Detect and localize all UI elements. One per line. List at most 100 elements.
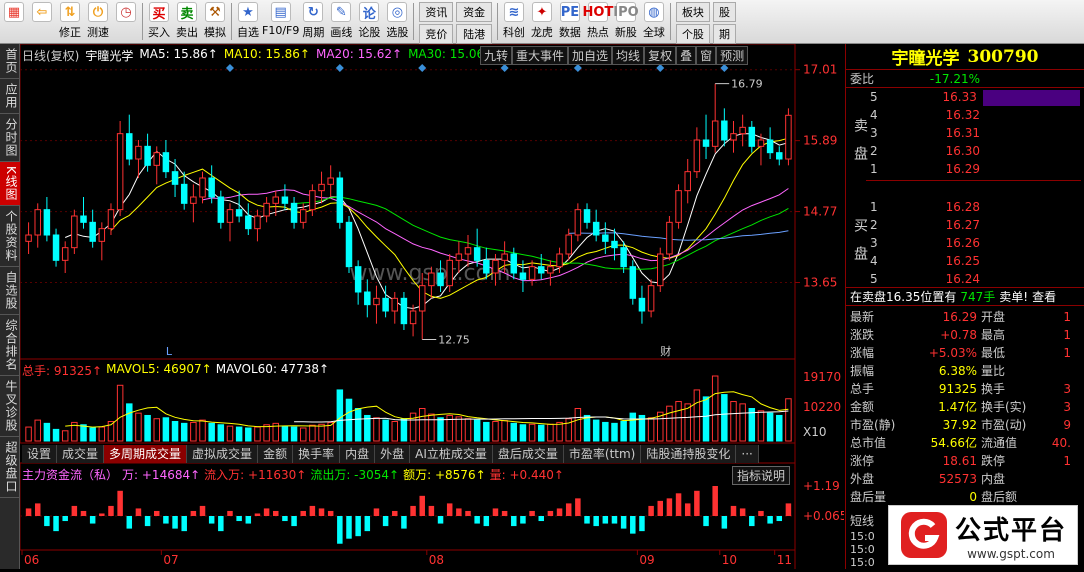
toolbar.buttons_left-button-2[interactable]: ⇅ 修正 — [56, 0, 84, 43]
flow-bar — [547, 510, 554, 516]
stat-value: +5.03% — [928, 346, 977, 360]
toolbar.buttons_left-button-0[interactable]: ▦ — [0, 0, 28, 43]
candle-body — [336, 177, 344, 223]
indicator-help-button[interactable]: 指标说明 — [732, 466, 791, 485]
indicator-tab-4[interactable]: 金额 — [258, 445, 294, 463]
toolbar.buttons_right-button-4[interactable]: IPO 新股 — [612, 0, 640, 43]
toolbar.buttons_left-label: 论股 — [358, 26, 381, 39]
left-tab-4[interactable]: 个股资料 — [0, 206, 20, 267]
toolbar.buttons_right-label: 新股 — [614, 26, 637, 39]
toolbar.buttons_left-button-1[interactable]: ⇦ — [28, 0, 56, 43]
volume-bar — [501, 420, 508, 442]
grid-button-2[interactable]: 竞价 — [419, 24, 454, 44]
indicator-tab-8[interactable]: AI立桩成交量 — [410, 445, 493, 463]
chart-tab-7[interactable]: 预测 — [716, 46, 749, 65]
indicator-tab-2[interactable]: 多周期成交量 — [104, 445, 188, 463]
flow-bar — [410, 505, 416, 516]
toolbar.buttons_right-button-0[interactable]: ≋ 科创 — [500, 0, 528, 43]
indicator-tab-1[interactable]: 成交量 — [57, 445, 105, 463]
flow-bar — [208, 516, 215, 524]
toolbar.buttons_right-button-1[interactable]: ✦ 龙虎 — [528, 0, 556, 43]
flow-bar — [373, 508, 380, 516]
indicator-tab-11[interactable]: 陆股通持股变化 — [641, 445, 737, 463]
flow-bar — [53, 516, 59, 532]
indicator-tab-5[interactable]: 换手率 — [293, 445, 341, 463]
grid-button-3[interactable]: 陆港 — [456, 24, 492, 44]
toolbar.buttons_left-button-5[interactable]: 买买入 — [145, 0, 173, 43]
flow-bar — [236, 516, 242, 522]
asks-row-0: 5 16.33 — [870, 90, 1080, 108]
quote-stock-name: 宇瞳光学 — [891, 49, 960, 69]
far-right-button-0[interactable]: 板块 — [675, 2, 710, 22]
flow-bar — [684, 503, 691, 516]
toolbar.buttons_right-button-3[interactable]: HOT 热点 — [583, 0, 613, 43]
notice-link[interactable]: 查看 — [1032, 288, 1056, 305]
toolbar.buttons_right-button-2[interactable]: PE 数据 — [556, 0, 584, 43]
order-volume-bar — [982, 90, 1080, 106]
left-tab-3[interactable]: K线图 — [0, 162, 20, 206]
toolbar-separator — [413, 3, 415, 40]
left-tab-1[interactable]: 应用 — [0, 79, 20, 114]
flow-bar — [401, 516, 407, 529]
chart-mode[interactable]: 日线(复权) — [22, 47, 79, 64]
far-right-button-1[interactable]: 股 — [712, 2, 736, 22]
candle-body — [657, 253, 664, 287]
chart-tab-4[interactable]: 复权 — [644, 46, 677, 65]
toolbar-separator — [142, 3, 143, 40]
stat-label-right: 流通值 — [981, 436, 1018, 450]
flow-title: 主力资金流（私） — [22, 468, 119, 482]
chart-tab-2[interactable]: 加自选 — [568, 46, 613, 65]
indicator-tab-12[interactable]: ··· — [736, 445, 759, 463]
candle-body — [446, 259, 453, 287]
toolbar.buttons_left-button-12[interactable]: 论论股 — [355, 0, 383, 43]
chart-tab-6[interactable]: 窗 — [696, 46, 717, 65]
volume-bar — [190, 421, 197, 442]
volume-bar — [428, 413, 435, 442]
indicator-tab-6[interactable]: 内盘 — [340, 445, 376, 463]
grid-button-0[interactable]: 资讯 — [419, 2, 454, 22]
left-tab-8[interactable]: 超级盘口 — [0, 437, 20, 498]
marker-cai: 财 — [660, 344, 671, 358]
candle-body — [327, 177, 334, 185]
toolbar.buttons_left-button-10[interactable]: ↻ 周期 — [299, 0, 327, 43]
toolbar.buttons_right-button-5[interactable]: ◍ 全球 — [640, 0, 668, 43]
toolbar.buttons_left-button-13[interactable]: ◎ 选股 — [383, 0, 411, 43]
toolbar.buttons_left-button-9[interactable]: ▤ F10/F9 — [262, 0, 299, 43]
toolbar.buttons_left-button-11[interactable]: ✎ 画线 — [327, 0, 355, 43]
far-right-button-2[interactable]: 个股 — [675, 24, 710, 44]
star-icon: ★ — [238, 2, 258, 22]
stat-value: 1.47亿 — [938, 400, 977, 414]
flow-legend: 主力资金流（私） 万: +14684↑ 流入万: +11630↑ 流出万: -3… — [22, 466, 564, 483]
chart-tab-0[interactable]: 九转 — [480, 46, 513, 65]
far-right-button-3[interactable]: 期 — [712, 24, 736, 44]
toolbar.buttons_left-button-4[interactable]: ◷ — [112, 0, 140, 43]
toolbar.buttons_left-button-3[interactable]: ⏻ 测速 — [84, 0, 112, 43]
chart-tab-5[interactable]: 叠 — [676, 46, 697, 65]
candle-body — [345, 221, 353, 268]
indicator-tab-0[interactable]: 设置 — [22, 445, 58, 463]
grid-button-1[interactable]: 资金 — [456, 2, 492, 22]
indicator-tab-9[interactable]: 盘后成交量 — [493, 445, 564, 463]
tick-label[interactable]: 短线 — [850, 512, 874, 529]
indicator-tab-3[interactable]: 虚拟成交量 — [187, 445, 259, 463]
chart-tab-3[interactable]: 均线 — [612, 46, 645, 65]
stat-value: 16.29 — [942, 310, 977, 324]
volume-bar — [245, 427, 252, 442]
dragon-icon: ✦ — [531, 2, 552, 22]
ma5-label: MA5: 15.86↑ — [139, 47, 218, 61]
toolbar.buttons_left-button-8[interactable]: ★ 自选 — [234, 0, 262, 43]
left-tab-7[interactable]: 牛叉诊股 — [0, 376, 20, 437]
indicator-tab-7[interactable]: 外盘 — [375, 445, 411, 463]
flow-bar — [282, 516, 288, 522]
toolbar.buttons_left-button-6[interactable]: 卖卖出 — [173, 0, 201, 43]
left-tab-0[interactable]: 首页 — [0, 44, 20, 79]
left-tab-6[interactable]: 综合排名 — [0, 315, 20, 376]
left-tab-5[interactable]: 自选股 — [0, 267, 20, 315]
chart-tab-1[interactable]: 重大事件 — [512, 46, 569, 65]
indicator-tab-10[interactable]: 市盈率(ttm) — [564, 445, 642, 463]
volume-bar — [437, 417, 444, 442]
bids-row-2: 3 16.26 — [870, 236, 1080, 254]
left-tab-2[interactable]: 分时图 — [0, 114, 20, 162]
flow-bar — [657, 500, 664, 516]
toolbar.buttons_left-button-7[interactable]: ⚒ 模拟 — [201, 0, 229, 43]
